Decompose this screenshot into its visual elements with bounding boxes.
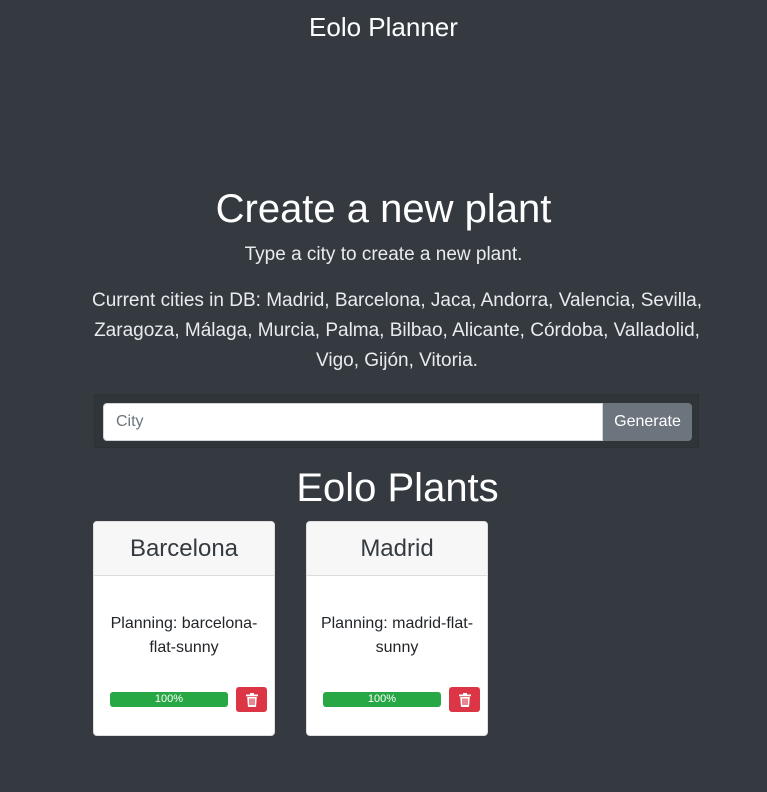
plant-planning-text: Planning: madrid-flat-sunny [320,615,474,656]
trash-icon [458,692,471,707]
plant-card-barcelona: Barcelona Planning: barcelona-flat-sunny… [93,521,275,736]
create-plant-title: Create a new plant [215,187,552,231]
plant-card-madrid: Madrid Planning: madrid-flat-sunny 100% [306,521,488,736]
plant-planning-text: Planning: barcelona-flat-sunny [110,615,258,656]
city-input[interactable] [103,403,603,441]
generate-button[interactable]: Generate [603,403,692,441]
plant-progress-bar: 100% [110,692,228,707]
create-plant-form: Generate [94,394,699,448]
create-plant-subtitle: Type a city to create a new plant. [244,244,523,265]
plant-progress-label: 100% [110,692,228,707]
plant-card-title: Madrid [307,522,487,576]
delete-plant-button[interactable] [449,687,480,712]
plant-progress-label: 100% [323,692,441,707]
trash-icon [245,692,258,707]
plant-card-title: Barcelona [94,522,274,576]
delete-plant-button[interactable] [236,687,267,712]
plants-section-title: Eolo Plants [296,466,499,510]
app-title: Eolo Planner [309,12,458,42]
plant-progress-bar: 100% [323,692,441,707]
current-cities-text: Current cities in DB: Madrid, Barcelona,… [91,290,703,371]
